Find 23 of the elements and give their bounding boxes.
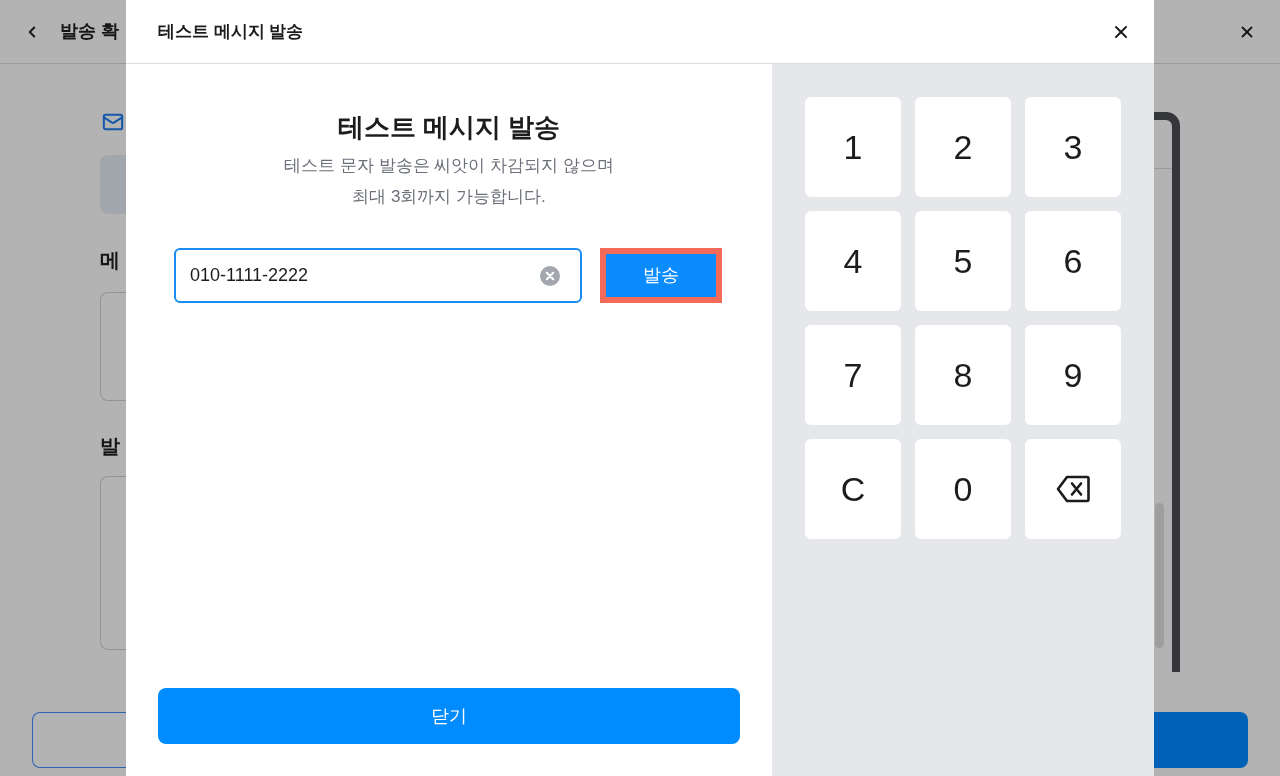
dialog-heading: 테스트 메시지 발송 [337, 111, 561, 144]
keypad-key[interactable]: C [805, 439, 901, 539]
keypad-key[interactable]: 0 [915, 439, 1011, 539]
info-banner [100, 155, 126, 214]
keypad-key[interactable]: 7 [805, 325, 901, 425]
keypad-key[interactable]: 1 [805, 97, 901, 197]
keypad-key[interactable]: 3 [1025, 97, 1121, 197]
backspace-icon [1056, 475, 1090, 503]
keypad-key[interactable]: 8 [915, 325, 1011, 425]
mail-icon [100, 111, 126, 133]
keypad-key[interactable]: 2 [915, 97, 1011, 197]
page-title: 발송 확 [60, 20, 119, 43]
section-heading: 메 [100, 248, 121, 273]
keypad-key[interactable]: 6 [1025, 211, 1121, 311]
keypad-key[interactable]: 4 [805, 211, 901, 311]
scrollbar[interactable] [1155, 503, 1164, 648]
dialog-description: 테스트 문자 발송은 씨앗이 차감되지 않으며 최대 3회까지 가능합니다. [284, 155, 614, 208]
section-heading: 발 [100, 434, 121, 459]
keypad-key[interactable]: 9 [1025, 325, 1121, 425]
phone-input[interactable]: 010-1111-2222 [174, 248, 582, 303]
keypad-key[interactable]: 5 [915, 211, 1011, 311]
backspace-button[interactable] [1025, 439, 1121, 539]
dialog-title: 테스트 메시지 발송 [158, 20, 304, 43]
